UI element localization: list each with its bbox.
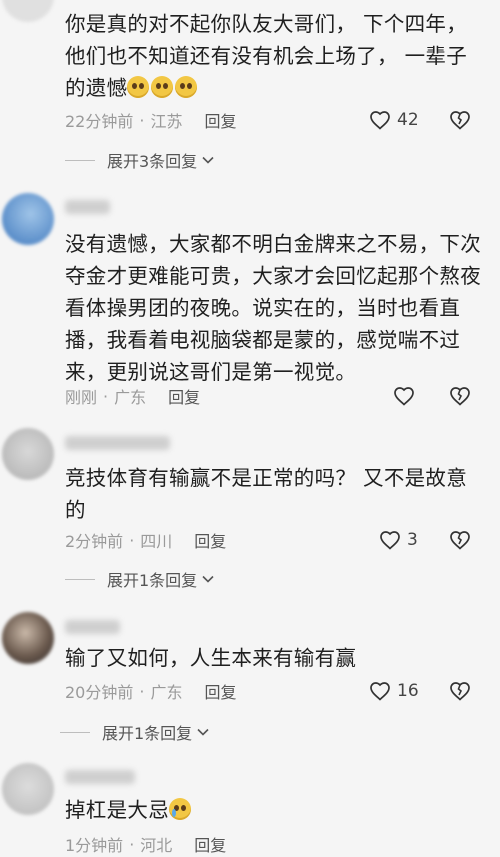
- expand-replies-button[interactable]: 展开1条回复: [65, 567, 215, 591]
- avatar[interactable]: [2, 612, 54, 664]
- expand-replies-button[interactable]: 展开1条回复: [60, 720, 210, 744]
- username-blurred[interactable]: [65, 770, 135, 784]
- comment-time: 1分钟前: [65, 836, 124, 855]
- expand-replies-button[interactable]: 展开3条回复: [65, 148, 215, 172]
- chevron-down-icon: [202, 575, 214, 583]
- comment-text: 输了又如何，人生本来有输有赢: [65, 646, 357, 670]
- like-count: 42: [397, 110, 419, 130]
- like-count: 3: [407, 530, 418, 550]
- comment-meta: 20分钟前 · 广东 回复: [65, 679, 237, 703]
- broken-heart-icon[interactable]: [448, 108, 472, 132]
- username-blurred[interactable]: [65, 200, 110, 214]
- comment-text: 你是真的对不起你队友大哥们， 下个四年，他们也不知道还有没有机会上场了， 一辈子…: [65, 12, 468, 100]
- like-button[interactable]: 3: [378, 527, 418, 553]
- like-button[interactable]: 42: [368, 107, 419, 133]
- reply-button[interactable]: 回复: [194, 832, 226, 856]
- comment-text: 掉杠是大忌: [65, 794, 485, 826]
- crying-face-icon: [175, 76, 198, 98]
- comment-meta: 2分钟前 · 四川 回复: [65, 528, 226, 552]
- divider-line: [65, 578, 95, 580]
- reply-button[interactable]: 回复: [168, 384, 200, 408]
- reply-button[interactable]: 回复: [204, 679, 236, 703]
- heart-outline-icon: [370, 682, 390, 701]
- reply-button[interactable]: 回复: [204, 108, 236, 132]
- broken-heart-icon[interactable]: [448, 384, 472, 408]
- comment-location: 广东: [150, 683, 183, 702]
- broken-heart-icon[interactable]: [448, 679, 472, 703]
- chevron-down-icon: [197, 728, 209, 736]
- comment-time: 2分钟前: [65, 532, 124, 551]
- comment-location: 江苏: [150, 112, 183, 131]
- comment-text: 竞技体育有输赢不是正常的吗？ 又不是故意的: [65, 466, 468, 522]
- comment-time: 刚刚: [65, 388, 98, 407]
- like-button[interactable]: [392, 383, 416, 409]
- comment-text: 没有遗憾，大家都不明白金牌来之不易，下次夺金才更难能可贵，大家才会回忆起那个熬夜…: [65, 232, 481, 384]
- heart-outline-icon: [370, 111, 390, 130]
- comment-meta: 刚刚 · 广东 回复: [65, 384, 200, 408]
- comment-location: 广东: [114, 388, 147, 407]
- avatar[interactable]: [2, 428, 54, 480]
- avatar[interactable]: [2, 0, 54, 22]
- heart-outline-icon: [394, 387, 414, 406]
- username-blurred[interactable]: [65, 436, 170, 450]
- comment-time: 22分钟前: [65, 112, 134, 131]
- reply-button[interactable]: 回复: [194, 528, 226, 552]
- comment-meta: 1分钟前 · 河北 回复: [65, 832, 226, 856]
- comment-location: 四川: [140, 532, 173, 551]
- chevron-down-icon: [202, 156, 214, 164]
- comment-time: 20分钟前: [65, 683, 134, 702]
- comment-meta: 22分钟前 · 江苏 回复: [65, 108, 237, 132]
- crying-face-icon: [169, 798, 191, 820]
- avatar[interactable]: [2, 763, 54, 815]
- username-blurred[interactable]: [65, 620, 120, 634]
- divider-line: [60, 731, 90, 733]
- heart-outline-icon: [380, 531, 400, 550]
- crying-face-icon: [127, 76, 150, 98]
- divider-line: [65, 159, 95, 161]
- comment-location: 河北: [140, 836, 173, 855]
- broken-heart-icon[interactable]: [448, 528, 472, 552]
- crying-face-icon: [151, 76, 174, 98]
- like-button[interactable]: 16: [368, 678, 419, 704]
- like-count: 16: [397, 681, 419, 701]
- avatar[interactable]: [2, 193, 54, 245]
